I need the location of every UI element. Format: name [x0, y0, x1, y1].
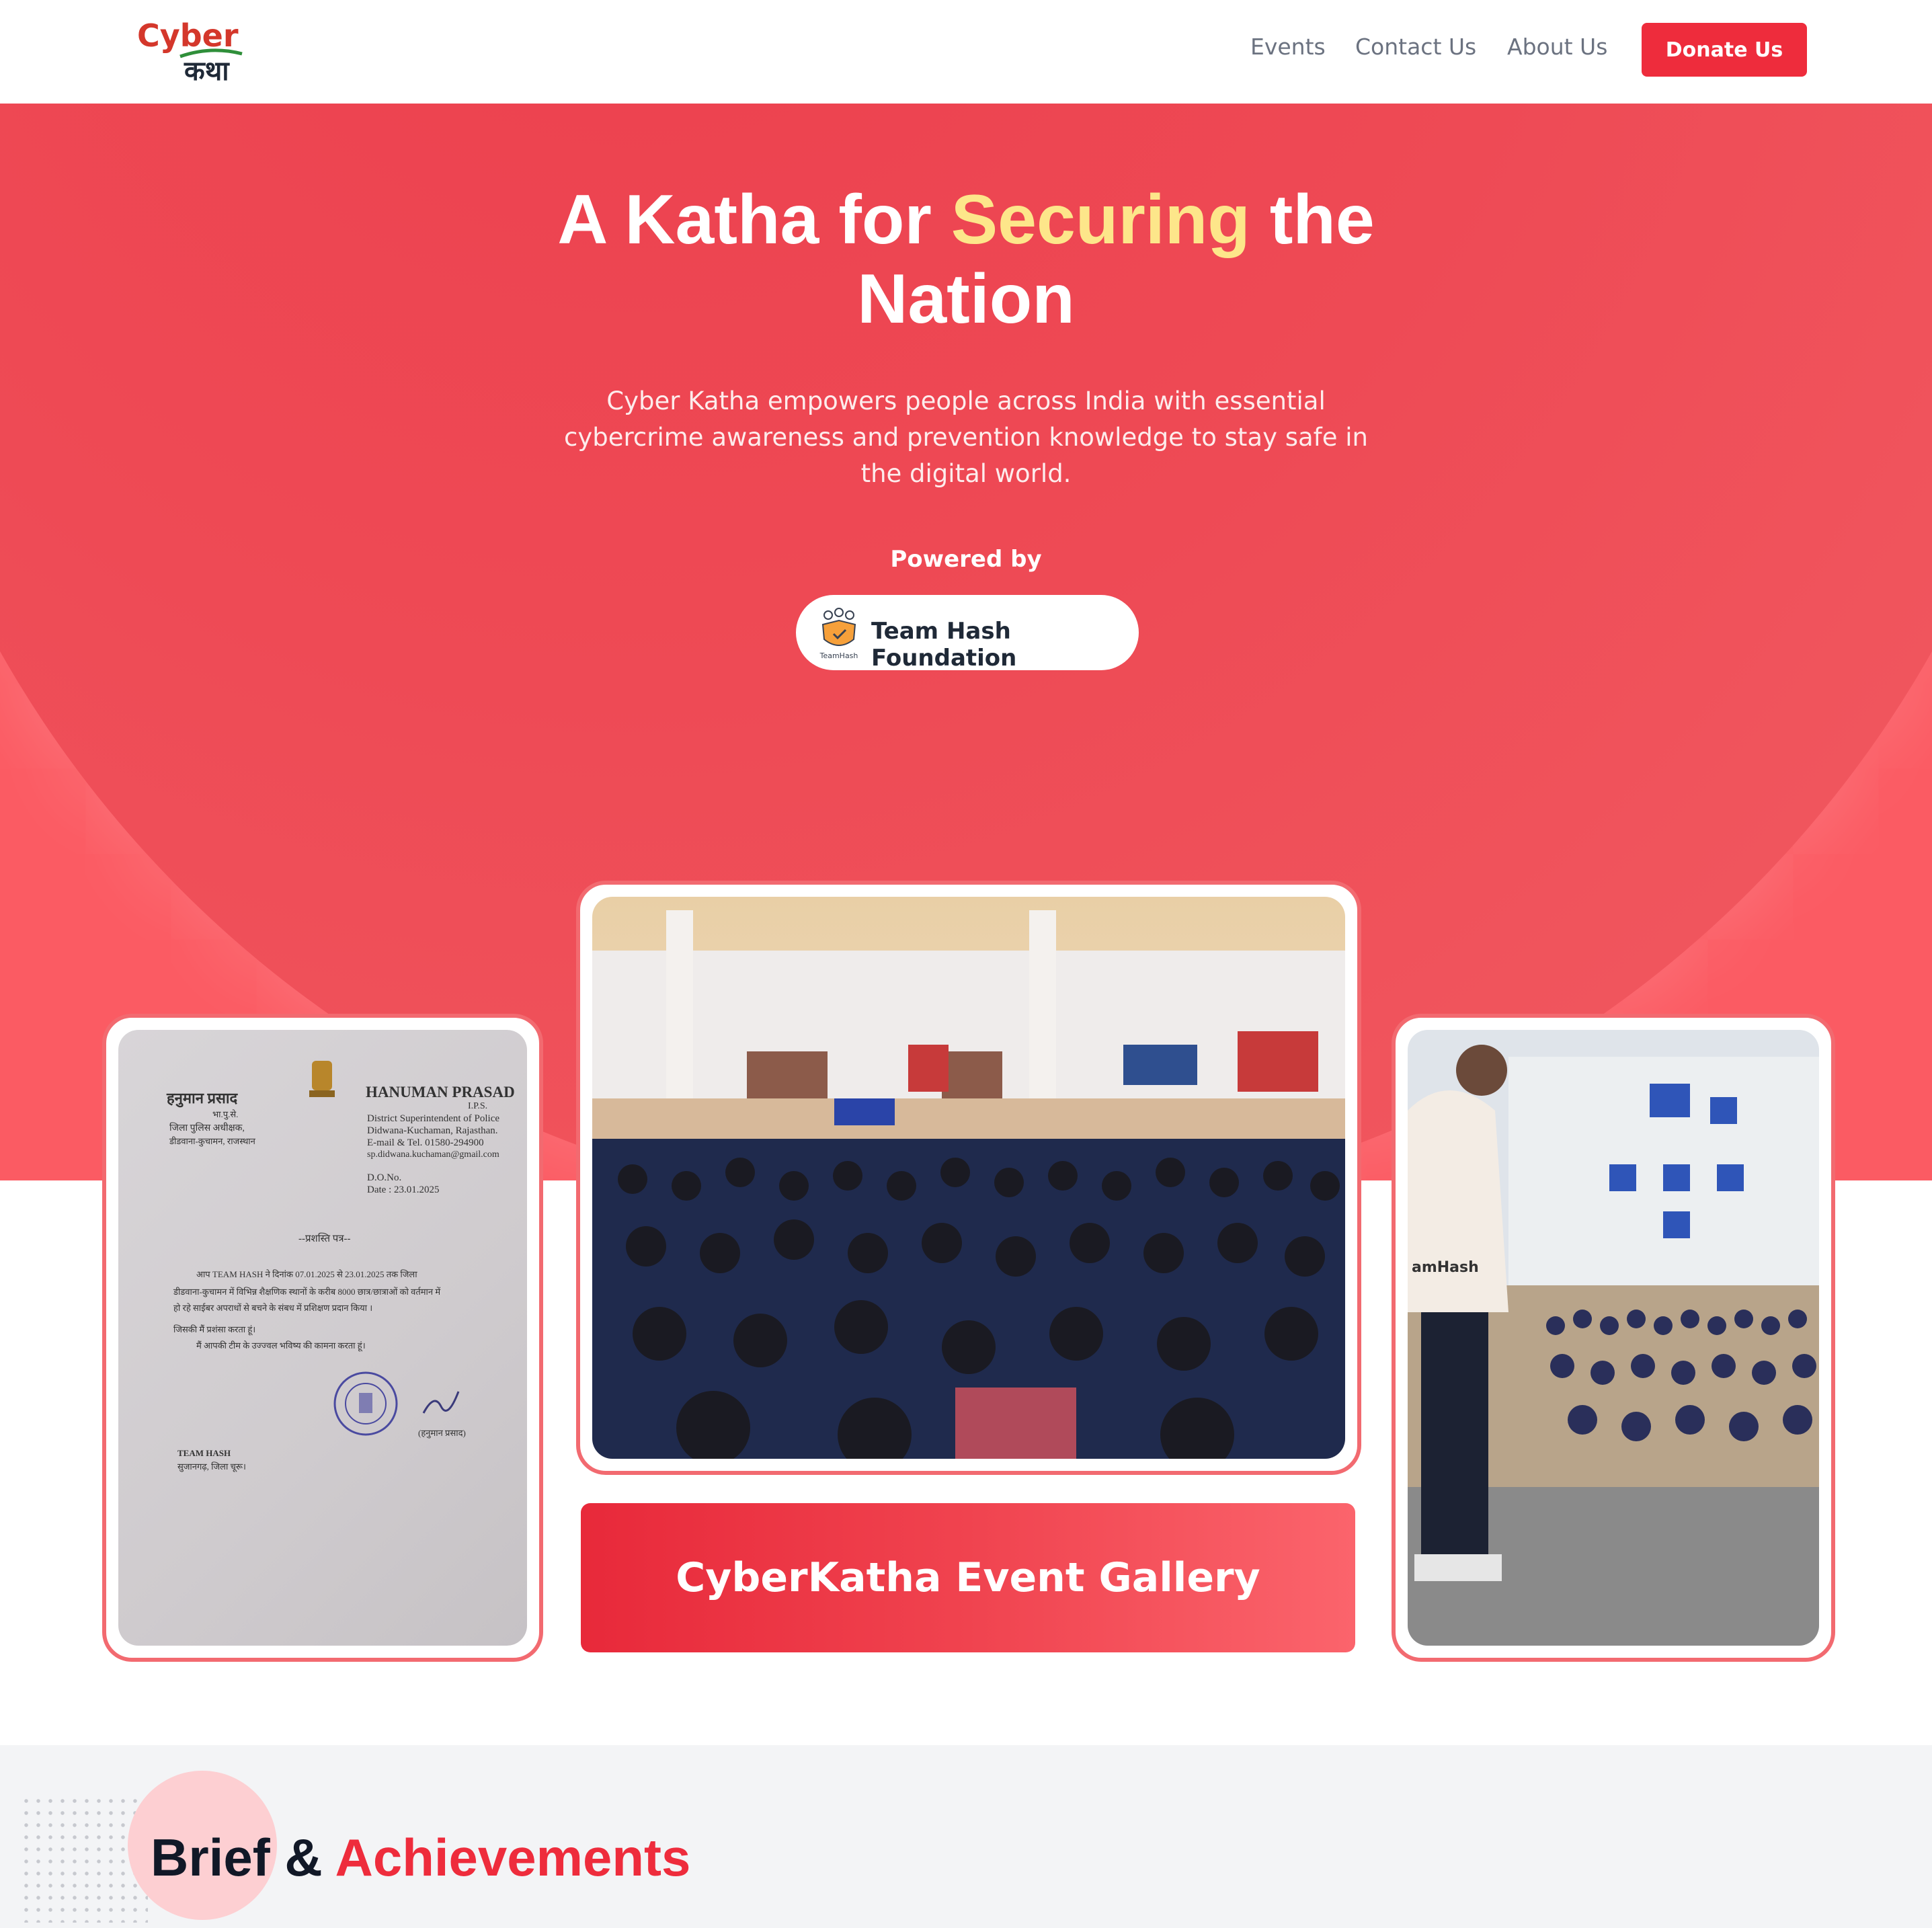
nav-link-events[interactable]: Events: [1250, 34, 1326, 60]
nav-link-about[interactable]: About Us: [1507, 34, 1607, 60]
appreciation-letter-card[interactable]: हनुमान प्रसाद भा.पु.से. जिला पुलिस अधीक्…: [102, 1014, 543, 1662]
outdoor-scene-image: amHash: [1408, 1030, 1819, 1646]
classroom-event-photo: [592, 897, 1345, 1459]
letter-role: District Superintendent of Police: [367, 1113, 500, 1124]
letter-service: I.P.S.: [468, 1101, 488, 1111]
letter-heading: --प्रशस्ति पत्र--: [298, 1234, 351, 1244]
partner-name: Team Hash Foundation: [871, 618, 1017, 672]
letter-body-line4: जिसकी मैं प्रशंसा करता हूं।: [173, 1324, 256, 1334]
nav-link-contact[interactable]: Contact Us: [1355, 34, 1476, 60]
team-hash-logo-icon: TeamHash: [819, 608, 858, 660]
letter-do-number: D.O.No.: [367, 1172, 402, 1183]
signature-icon: [422, 1391, 460, 1414]
letter-body-line5: मैं आपकी टीम के उज्ज्वल भविष्य की कामना …: [196, 1340, 366, 1351]
brief-title-part1: Brief &: [151, 1828, 335, 1887]
event-photo-card-outdoor[interactable]: amHash: [1392, 1014, 1835, 1662]
letter-body-line1: आप TEAM HASH ने दिनांक 07.01.2025 से 23.…: [196, 1269, 417, 1279]
hero-title-highlight: Securing: [951, 181, 1250, 259]
letter-tel: E-mail & Tel. 01580-294900: [367, 1137, 484, 1148]
event-gallery-button[interactable]: CyberKatha Event Gallery: [581, 1503, 1355, 1652]
classroom-scene-image: [592, 897, 1345, 1459]
partner-badge[interactable]: TeamHash Team Hash Foundation: [796, 595, 1139, 672]
cyber-katha-logo[interactable]: Cyber कथा: [132, 13, 246, 89]
brief-title-highlight: Achievements: [335, 1828, 691, 1887]
brief-achievements-heading: Brief & Achievements: [151, 1827, 690, 1888]
letter-place-hindi: डीडवाना-कुचामन, राजस्थान: [169, 1136, 255, 1146]
outdoor-event-photo: amHash: [1408, 1030, 1819, 1646]
letter-signature-name: (हनुमान प्रसाद): [418, 1428, 466, 1438]
top-navbar: Cyber कथा Events Contact Us About Us Don…: [0, 0, 1932, 104]
powered-by-label: Powered by: [890, 546, 1042, 573]
hoodie-text: amHash: [1412, 1259, 1479, 1276]
event-photo-card-main[interactable]: [576, 881, 1361, 1475]
official-seal-icon: [333, 1371, 398, 1436]
hero-subtitle: Cyber Katha empowers people across India…: [564, 387, 1368, 488]
letter-recipient-place: सुजानगढ़, जिला चूरू।: [177, 1461, 246, 1472]
hero-title-part1: A Katha for: [557, 181, 951, 259]
letter-email: sp.didwana.kuchaman@gmail.com: [367, 1150, 499, 1160]
letter-body-line2: डीडवाना-कुचामन में विभिन्न शैक्षणिक स्था…: [173, 1287, 441, 1297]
letter-recipient: TEAM HASH: [177, 1448, 231, 1458]
letter-body-line3: हो रहे साईबर अपराधों से बचने के संबध में…: [173, 1303, 373, 1313]
letter-office-hindi: जिला पुलिस अधीक्षक,: [169, 1123, 245, 1133]
donate-button[interactable]: Donate Us: [1642, 23, 1807, 77]
letter-name-hindi: हनुमान प्रसाद: [167, 1090, 238, 1107]
appreciation-letter-image: हनुमान प्रसाद भा.पु.से. जिला पुलिस अधीक्…: [118, 1030, 527, 1646]
letter-designation-hindi: भा.पु.से.: [212, 1109, 239, 1119]
letter-date: Date : 23.01.2025: [367, 1184, 440, 1195]
letter-place-english: Didwana-Kuchaman, Rajasthan.: [367, 1125, 498, 1136]
logo-text-katha: कथा: [184, 56, 229, 87]
team-hash-logo-text: TeamHash: [819, 651, 858, 660]
hero-title: A Katha for Securing the Nation: [495, 180, 1437, 339]
letter-name-english: HANUMAN PRASAD: [366, 1084, 515, 1100]
emblem-icon: [309, 1061, 335, 1097]
